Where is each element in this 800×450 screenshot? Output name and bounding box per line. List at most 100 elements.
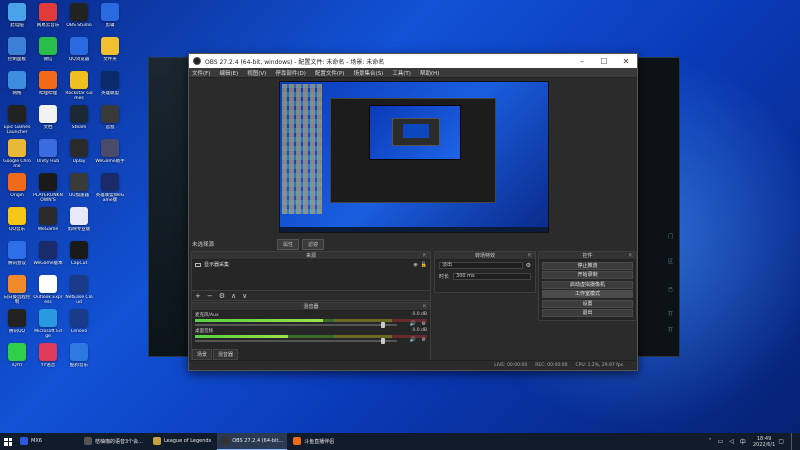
desktop-icon[interactable]: OBS Studio [64,3,94,33]
start-virtual-camera-button[interactable]: 启动虚拟摄像机 [542,280,633,289]
desktop-icon[interactable]: Microsoft Edge [33,309,63,339]
desktop-icon[interactable]: WeGame版本 [33,241,63,271]
move-down-icon[interactable]: ∨ [242,291,247,301]
desktop-icon-label: PLAYERUNKNOWN'S [33,193,63,203]
desktop-icon[interactable]: 哔哩哔哩 [33,71,63,101]
desktop-icon[interactable]: CapCut [64,241,94,271]
eye-icon[interactable]: ◉ [413,262,417,268]
menu-file[interactable]: 文件(F) [192,69,210,77]
stream-preview[interactable] [279,81,549,233]
desktop-icon[interactable]: PLAYERUNKNOWN'S [33,173,63,203]
dock-pin-icon[interactable]: ⇱ [423,252,427,260]
menu-help[interactable]: 帮助(H) [420,69,439,77]
input-method-icon[interactable]: 中 [740,437,746,446]
start-button[interactable] [0,433,16,450]
desktop-icon[interactable]: 此电脑 [2,3,32,33]
desktop-icon[interactable]: 文档 [33,105,63,135]
network-icon[interactable]: ▭ [718,438,724,445]
desktop-icon[interactable]: 腾讯会议 [2,241,32,271]
transition-type-select[interactable]: 淡出 [439,262,523,269]
desktop-icon[interactable]: UU加速器 [64,173,94,203]
menu-scene-collection[interactable]: 场景集合(S) [353,69,383,77]
desktop-icon[interactable]: 网易云音乐 [33,3,63,33]
exit-button[interactable]: 退出 [542,309,633,317]
stop-streaming-button[interactable]: 停止推流 [542,261,633,270]
start-recording-button[interactable]: 开始录制 [542,271,633,279]
desktop-icon[interactable]: 微信 [33,37,63,67]
desktop-icon[interactable]: Google Chrome [2,139,32,169]
desktop-icon[interactable]: Unity Hub [33,139,63,169]
gear-icon[interactable]: ⚙ [219,291,225,301]
gear-icon[interactable]: ⚙ [422,337,426,343]
taskbar-item[interactable]: OBS 27.2.4 (64-bit... [217,433,288,450]
taskbar-item[interactable]: 桔柚咖的语音3个会... [80,433,147,450]
desktop-icon[interactable]: Uplay [64,139,94,169]
notification-icon[interactable]: ▢ [778,438,784,445]
show-desktop-button[interactable] [791,433,794,450]
properties-button[interactable]: 属性 [277,239,300,250]
desktop-icon[interactable]: WeGame [33,207,63,237]
desktop-icon[interactable]: 英雄联盟 [95,71,125,101]
menu-docks[interactable]: 停靠部件(D) [275,69,306,77]
desktop-icon[interactable]: 酷狗音乐 [64,343,94,373]
desktop-icon[interactable]: 控制面板 [2,37,32,67]
desktop-icon[interactable]: 远程 [95,105,125,135]
menu-edit[interactable]: 编辑(E) [219,69,238,77]
desktop-icon[interactable]: YY语音 [33,343,63,373]
desktop-icon[interactable]: iQIYI [2,343,32,373]
volume-icon[interactable]: ◁ [729,438,734,445]
taskbar-item[interactable]: League of Legends [149,433,215,450]
desktop-icon[interactable]: 英雄联盟WeGame版 [95,173,125,203]
desktop-icon[interactable]: 剪辑 [95,3,125,33]
settings-button[interactable]: 设置 [542,299,633,308]
desktop-icon[interactable]: 文件夹 [95,37,125,67]
duration-input[interactable]: 300 ms [453,273,531,280]
taskbar-item[interactable]: MX6 [16,433,78,450]
tab-scenes[interactable]: 场景 [192,349,213,360]
close-icon[interactable]: ✕ [615,57,637,66]
studio-mode-button[interactable]: 工作室模式 [542,290,633,298]
gear-icon[interactable]: ⚙ [526,262,531,269]
chevron-up-icon[interactable]: ˄ [709,438,712,445]
desktop-icon[interactable]: Steam [64,105,94,135]
desktop-icon[interactable]: 向日葵远程控制 [2,275,32,305]
desktop-icon[interactable]: QQ音乐 [2,207,32,237]
lol-left-art [149,58,189,356]
desktop-icon[interactable]: NetEase Cloud [64,275,94,305]
speaker-icon[interactable]: 🔊 [410,337,416,343]
remove-source-icon[interactable]: − [207,291,213,301]
tab-mixer[interactable]: 混音器 [213,349,239,360]
menu-tools[interactable]: 工具(T) [392,69,411,77]
desktop-icon[interactable]: Origin [2,173,32,203]
source-item[interactable]: 显示器采集 ◉ 🔓 [192,260,430,269]
sources-panel-header: 来源 ⇱ [192,252,430,260]
filters-button[interactable]: 滤镜 [302,239,325,250]
desktop-icon[interactable]: 网络 [2,71,32,101]
desktop-icon[interactable]: Lenovo [64,309,94,339]
desktop-icon[interactable]: Rockstar Games [64,71,94,101]
desktop-icon-label: 剪辑 [105,23,115,28]
fader-knob[interactable] [380,338,385,344]
dock-pin-icon[interactable]: ⇱ [528,252,532,260]
desktop-icon[interactable]: 腾讯QQ [2,309,32,339]
desktop-icon[interactable]: QQ浏览器 [64,37,94,67]
lock-icon[interactable]: 🔓 [421,262,427,268]
move-up-icon[interactable]: ∧ [231,291,236,301]
desktop-icon[interactable]: 剪映专业版 [64,207,94,237]
volume-fader[interactable] [195,322,397,328]
add-source-icon[interactable]: + [195,291,201,301]
menu-profile[interactable]: 配置文件(P) [315,69,345,77]
desktop-icon[interactable]: Epic Games Launcher [2,105,32,135]
taskbar-item[interactable]: 斗鱼直播伴侣 [289,433,351,450]
clock[interactable]: 18:49 2022/6/1 [753,436,775,448]
desktop-icon[interactable]: WeGame助手 [95,139,125,169]
obs-titlebar[interactable]: OBS 27.2.4 (64-bit, windows) - 配置文件: 未命名… [189,54,637,68]
maximize-icon[interactable]: ☐ [593,57,615,66]
dock-pin-icon[interactable]: ⇱ [629,252,633,260]
volume-fader[interactable] [195,338,397,344]
obs-window[interactable]: OBS 27.2.4 (64-bit, windows) - 配置文件: 未命名… [188,53,638,371]
menu-view[interactable]: 视图(V) [247,69,266,77]
dock-pin-icon[interactable]: ⇱ [423,303,427,311]
desktop-icon[interactable]: Outlook Express [33,275,63,305]
minimize-icon[interactable]: – [571,57,593,66]
